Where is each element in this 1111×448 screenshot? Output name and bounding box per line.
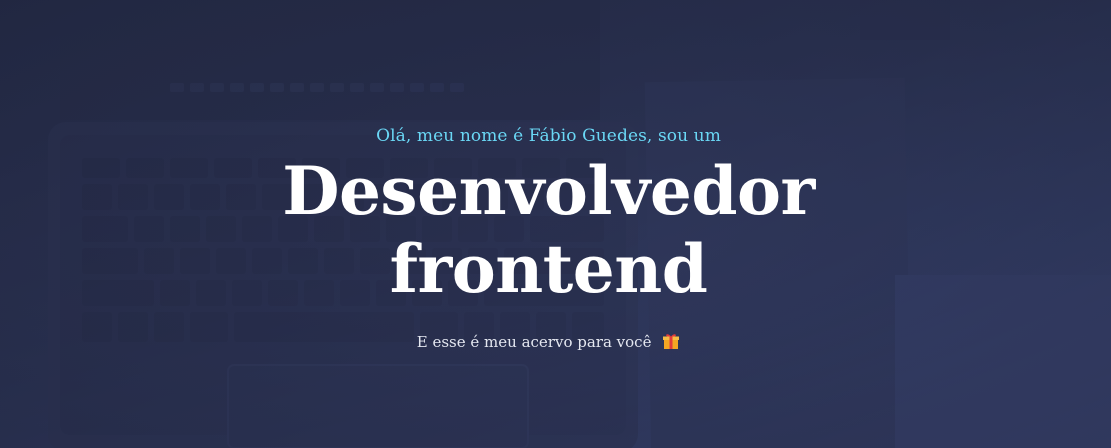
hero-content: Olá, meu nome é Fábio Guedes, sou um Des…	[0, 0, 1111, 448]
subline: E esse é meu acervo para você	[0, 332, 1097, 351]
subline-text: E esse é meu acervo para você	[416, 333, 652, 351]
headline-line-2: frontend	[389, 230, 708, 308]
page-title: Desenvolvedor frontend	[0, 152, 1097, 308]
greeting-text: Olá, meu nome é Fábio Guedes, sou um	[376, 126, 721, 146]
gift-icon	[663, 334, 680, 349]
hero-section: Olá, meu nome é Fábio Guedes, sou um Des…	[0, 0, 1111, 448]
headline-line-1: Desenvolvedor	[282, 152, 815, 230]
